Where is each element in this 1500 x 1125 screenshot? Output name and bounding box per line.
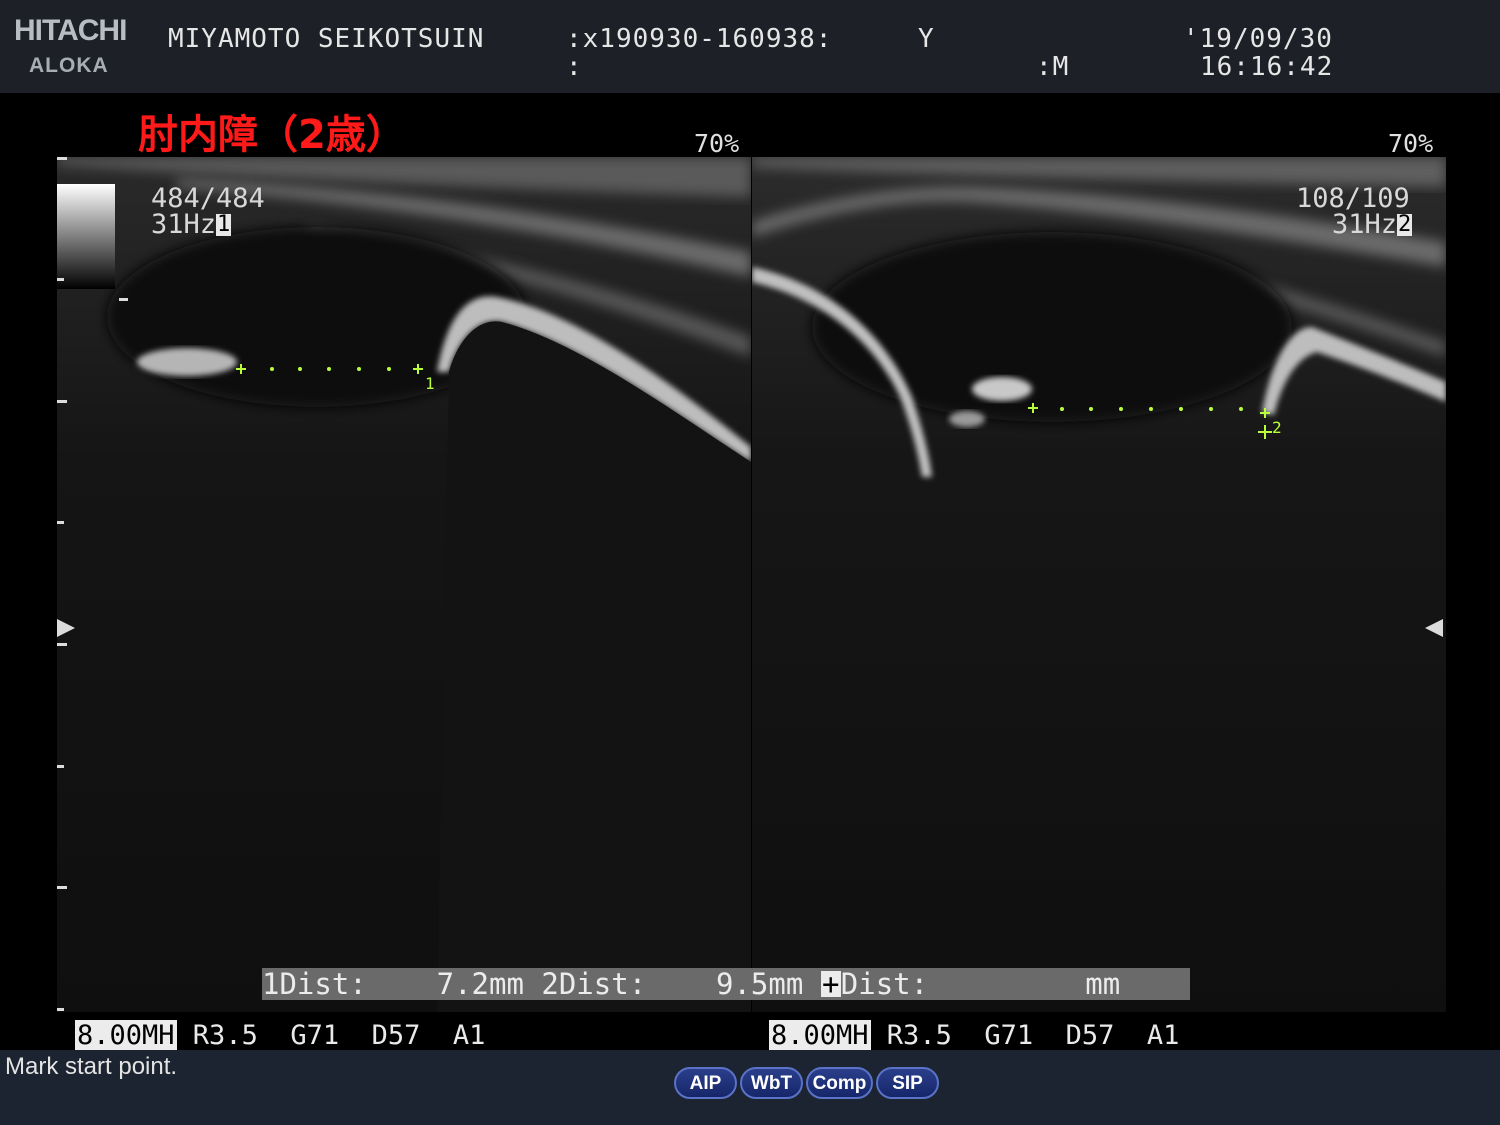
- exam-id-line2: :: [566, 52, 583, 82]
- comp-button[interactable]: Comp: [806, 1067, 873, 1099]
- right-caliper-label: 2: [1272, 418, 1282, 437]
- right-frame-index: 2: [1397, 212, 1413, 237]
- left-frame-index: 1: [216, 212, 232, 237]
- patient-field-m: :M: [1036, 52, 1070, 82]
- left-caliper-label: 1: [425, 374, 435, 393]
- sip-button[interactable]: SIP: [876, 1067, 939, 1099]
- wbt-button[interactable]: WbT: [740, 1067, 803, 1099]
- depth-tick: [57, 400, 67, 403]
- right-gain-percent: 70%: [1388, 129, 1434, 158]
- grayscale-bar-marker: [119, 298, 128, 301]
- exam-time: 16:16:42: [1200, 52, 1334, 82]
- exam-date: '19/09/30: [1183, 24, 1333, 54]
- dist1-value: 7.2mm: [436, 967, 524, 1001]
- left-frequency: 8.00MH: [75, 1020, 177, 1051]
- left-frame-rate-row: 31Hz1: [151, 209, 232, 240]
- depth-tick: [57, 643, 67, 646]
- measurement-bar: 1Dist: 7.2mm 2Dist: 9.5mm +Dist: mm: [262, 968, 1190, 1000]
- right-frame-rate: 31Hz: [1332, 209, 1398, 240]
- focus-marker-left-icon[interactable]: [57, 619, 75, 637]
- depth-tick: [57, 765, 64, 768]
- status-message: Mark start point.: [5, 1053, 178, 1080]
- depth-tick: [57, 157, 67, 160]
- right-frame-count: 108/109: [1296, 183, 1410, 214]
- annotation-title: 肘内障（2歳）: [138, 112, 406, 158]
- left-frame-rate: 31Hz: [151, 209, 217, 240]
- depth-tick: [57, 886, 67, 889]
- caliper-cursor-icon: +: [820, 967, 841, 1001]
- dist3-label: Dist:: [840, 967, 929, 1001]
- dist3-unit: mm: [1085, 967, 1121, 1001]
- brand-logo-hitachi: HITACHI: [14, 14, 127, 47]
- exam-id: :x190930-160938:: [566, 24, 833, 54]
- focus-marker-right-icon[interactable]: [1425, 619, 1443, 637]
- dist2-label: 2Dist:: [541, 967, 647, 1001]
- ultrasound-image-left[interactable]: [57, 157, 751, 1012]
- depth-tick: [57, 521, 64, 524]
- institution-name: MIYAMOTO SEIKOTSUIN: [168, 24, 485, 54]
- dist2-value: 9.5mm: [716, 967, 804, 1001]
- left-frame-count: 484/484: [151, 183, 265, 214]
- left-params-values: R3.5 G71 D57 A1: [176, 1020, 486, 1051]
- patient-field-y: Y: [918, 24, 935, 54]
- right-params-values: R3.5 G71 D57 A1: [870, 1020, 1180, 1051]
- brand-logo-aloka: ALOKA: [29, 54, 109, 77]
- right-frequency: 8.00MH: [769, 1020, 871, 1051]
- depth-tick: [57, 1008, 64, 1011]
- right-params: 8.00MH R3.5 G71 D57 A1: [769, 1020, 1179, 1051]
- left-params: 8.00MH R3.5 G71 D57 A1: [75, 1020, 485, 1051]
- ultrasound-image-right[interactable]: [752, 157, 1446, 1012]
- depth-tick: [57, 278, 64, 281]
- dist1-label: 1Dist:: [262, 967, 367, 1001]
- left-gain-percent: 70%: [694, 129, 740, 158]
- aip-button[interactable]: AIP: [674, 1067, 737, 1099]
- right-frame-rate-row: 31Hz2: [1332, 209, 1413, 240]
